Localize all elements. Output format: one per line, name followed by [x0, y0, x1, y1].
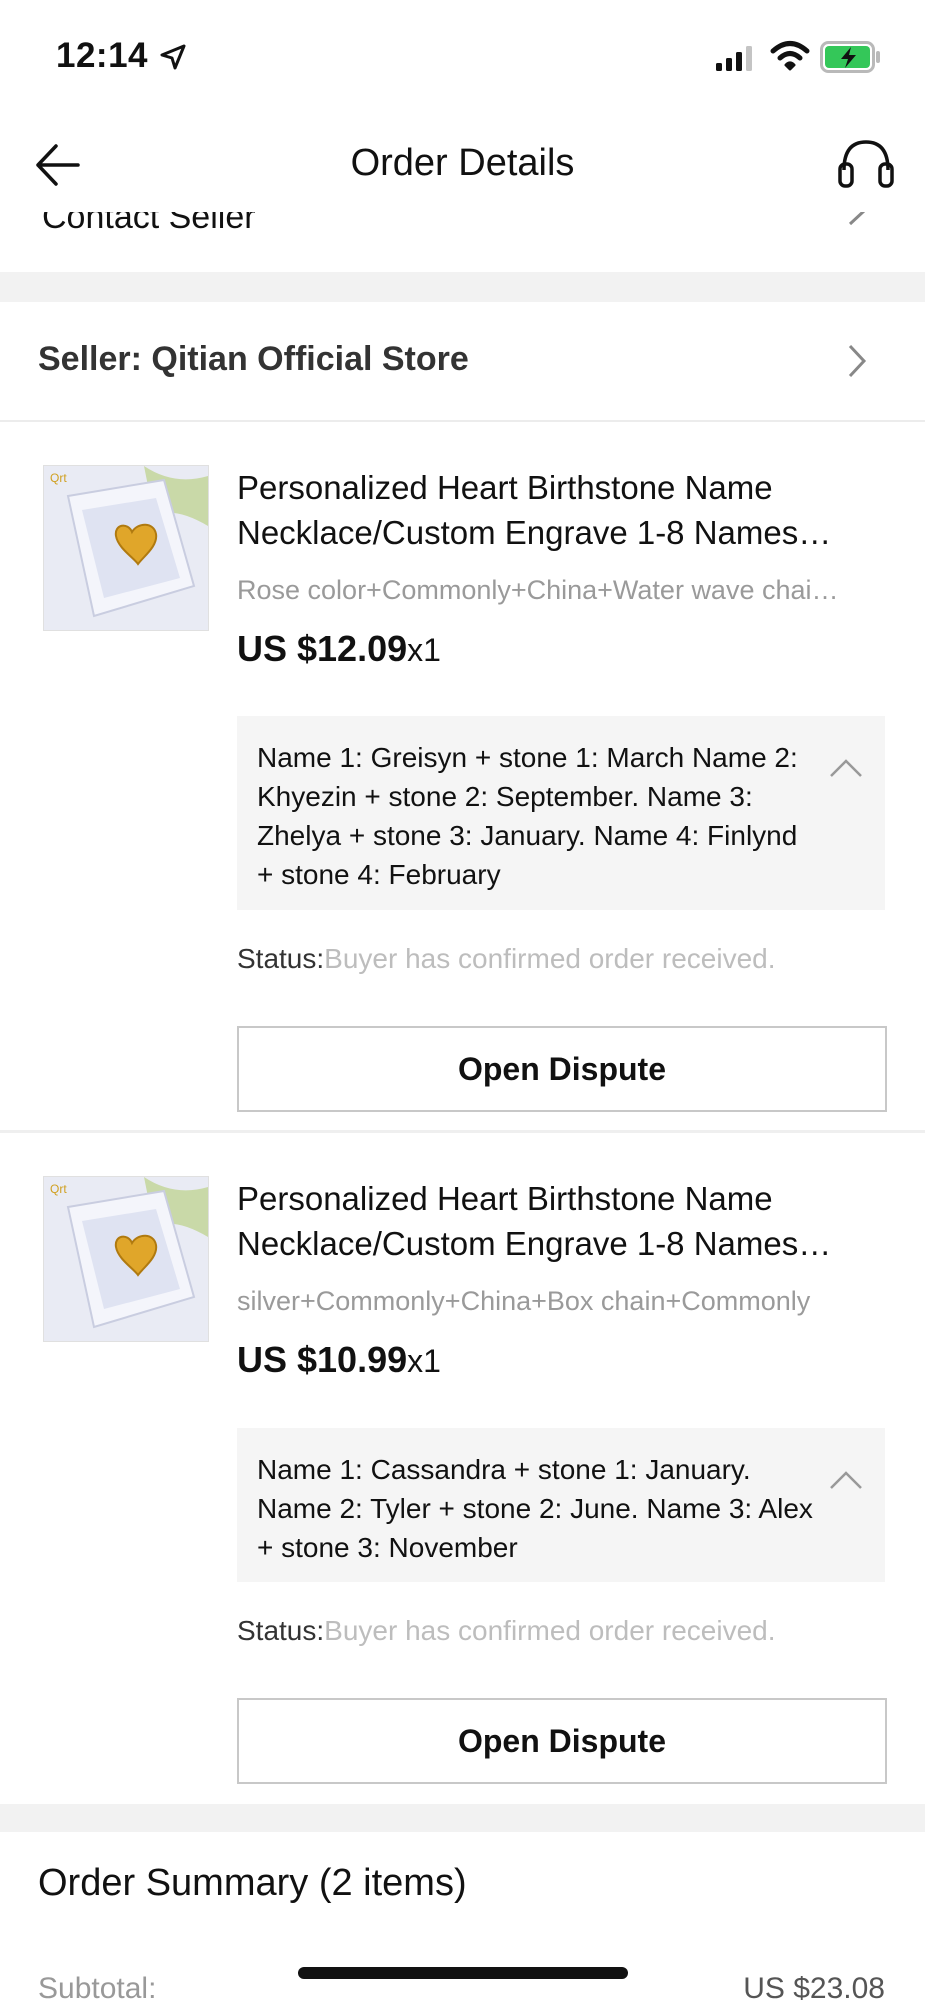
order-summary-title: Order Summary (2 items): [38, 1862, 467, 1904]
status-time: 12:14: [56, 36, 149, 75]
product-price: US $12.09: [237, 628, 408, 669]
product-image[interactable]: Qrt: [43, 465, 209, 631]
battery-charging-icon: [820, 41, 882, 73]
product-image[interactable]: Qrt: [43, 1176, 209, 1342]
product-title[interactable]: Personalized Heart Birthstone Name Neckl…: [237, 1176, 887, 1266]
product-variant: silver+Commonly+China+Box chain+Commonly: [237, 1286, 811, 1316]
customization-note-text: Name 1: Greisyn + stone 1: March Name 2:…: [257, 742, 798, 890]
svg-text:Qrt: Qrt: [50, 471, 67, 485]
item-divider: [0, 1130, 925, 1133]
svg-text:Qrt: Qrt: [50, 1182, 67, 1196]
cellular-signal-icon: [716, 44, 754, 72]
section-gap: [0, 272, 925, 302]
chevron-up-icon[interactable]: [829, 758, 863, 778]
subtotal-label: Subtotal:: [38, 1972, 157, 2005]
status-bar: 12:14: [0, 0, 925, 120]
order-status: Status:Buyer has confirmed order receive…: [237, 1615, 776, 1647]
product-title[interactable]: Personalized Heart Birthstone Name Neckl…: [237, 465, 887, 555]
product-price: US $10.99: [237, 1339, 408, 1380]
status-value: Buyer has confirmed order received.: [324, 1615, 776, 1646]
order-status: Status:Buyer has confirmed order receive…: [237, 943, 776, 975]
section-gap: [0, 1804, 925, 1832]
product-quantity: x1: [407, 632, 441, 668]
product-price-row: US $12.09x1: [237, 628, 441, 670]
product-variant: Rose color+Commonly+China+Water wave cha…: [237, 575, 839, 605]
seller-name: Seller: Qitian Official Store: [38, 340, 469, 378]
status-value: Buyer has confirmed order received.: [324, 943, 776, 974]
status-label: Status:: [237, 943, 325, 974]
page-title: Order Details: [350, 142, 575, 184]
customization-note: Name 1: Cassandra + stone 1: January. Na…: [237, 1428, 885, 1582]
open-dispute-button[interactable]: Open Dispute: [237, 1026, 887, 1112]
location-arrow-icon: [160, 44, 186, 70]
chevron-up-icon[interactable]: [829, 1470, 863, 1490]
subtotal-value: US $23.08: [743, 1972, 885, 2005]
open-dispute-button[interactable]: Open Dispute: [237, 1698, 887, 1784]
home-indicator[interactable]: [298, 1967, 628, 1979]
customization-note-text: Name 1: Cassandra + stone 1: January. Na…: [257, 1454, 813, 1563]
wifi-icon: [770, 40, 810, 72]
status-label: Status:: [237, 1615, 325, 1646]
product-price-row: US $10.99x1: [237, 1339, 441, 1381]
product-quantity: x1: [407, 1343, 441, 1379]
chevron-right-icon: [846, 344, 868, 378]
seller-row[interactable]: Seller: Qitian Official Store: [0, 302, 925, 422]
customization-note: Name 1: Greisyn + stone 1: March Name 2:…: [237, 716, 885, 910]
customer-service-headset-icon[interactable]: [836, 136, 896, 194]
